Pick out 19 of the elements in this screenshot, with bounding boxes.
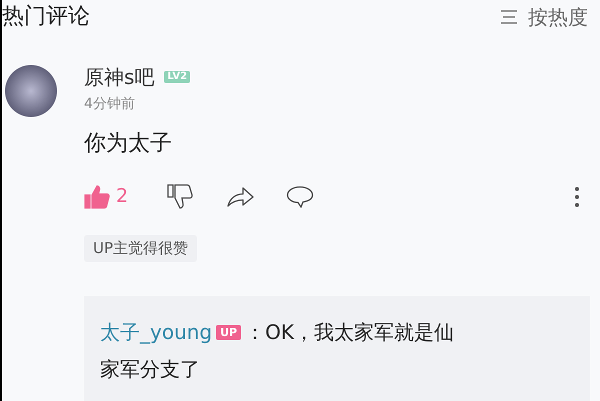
more-icon[interactable] bbox=[574, 186, 580, 208]
like-button[interactable]: 2 bbox=[84, 184, 128, 208]
up-badge: UP bbox=[216, 325, 242, 340]
section-title: 热门评论 bbox=[2, 6, 90, 28]
avatar[interactable] bbox=[5, 65, 57, 117]
comment-text: 你为太子 bbox=[84, 133, 173, 155]
share-icon[interactable] bbox=[226, 186, 254, 208]
sort-button[interactable]: 按热度 bbox=[500, 6, 588, 26]
thumbs-up-icon bbox=[84, 184, 110, 208]
reply-author[interactable]: 太子_young bbox=[100, 314, 212, 351]
comment-time: 4分钟前 bbox=[84, 97, 136, 111]
reply-text: 家军分支了 bbox=[100, 356, 200, 383]
reply-text: ：OK，我太家军就是仙 bbox=[245, 319, 454, 346]
up-liked-tag: UP主觉得很赞 bbox=[84, 235, 198, 262]
username[interactable]: 原神s吧 bbox=[84, 67, 154, 87]
thumbs-down-icon[interactable] bbox=[167, 184, 194, 209]
list-icon bbox=[500, 8, 518, 24]
level-badge: LV2 bbox=[164, 71, 190, 83]
reply-icon[interactable] bbox=[286, 186, 314, 208]
